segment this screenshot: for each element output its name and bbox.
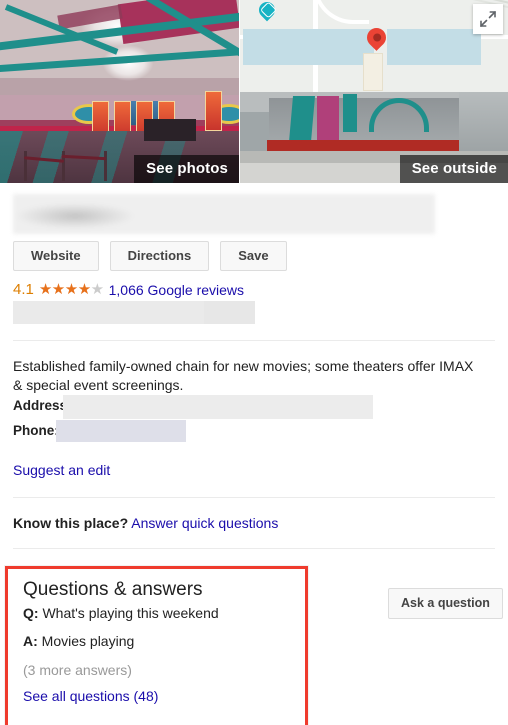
facade-accent [343,94,357,132]
map-canvas [239,0,508,92]
website-button[interactable]: Website [13,241,99,271]
map-redaction-bar [243,29,481,65]
section-divider [13,548,495,549]
lobby-kiosk [144,119,196,141]
know-this-place-prompt: Know this place? [13,515,129,531]
map-and-streetview-column: See outside [239,0,508,183]
map-road-curve [313,0,369,24]
media-strip: See photos See outside [0,0,508,183]
place-category-redacted [13,301,255,324]
address-value-redacted [63,395,373,419]
phone-value-redacted [56,420,186,442]
phone-row: Phone: [13,422,59,438]
stanchion-post [104,151,107,181]
see-outside-label[interactable]: See outside [399,155,508,183]
qa-more-answers-text: (3 more answers) [23,662,132,678]
ask-a-question-button[interactable]: Ask a question [388,588,503,619]
save-button[interactable]: Save [220,241,287,271]
qa-heading: Questions & answers [23,579,203,600]
directions-button[interactable]: Directions [109,241,210,271]
suggest-an-edit-link[interactable]: Suggest an edit [13,462,110,478]
tile-divider [239,0,240,183]
qa-answer-row: A: Movies playing [23,632,303,651]
reviews-link[interactable]: 1,066 Google reviews [109,282,244,298]
place-description: Established family-owned chain for new m… [13,358,474,393]
qa-question-text: What's playing this weekend [42,605,219,621]
see-photos-label[interactable]: See photos [134,155,239,183]
questions-and-answers-section: Questions & answers Q: What's playing th… [23,577,303,704]
facade-accent [288,96,316,142]
place-knowledge-panel: See photos See outside Website Direction… [0,0,508,725]
section-divider [13,340,495,341]
theater-interior-photo[interactable]: See photos [0,0,239,183]
qa-answer-text: Movies playing [41,633,135,649]
phone-label: Phone: [13,423,59,438]
adjacent-wall [459,92,508,160]
place-title-redacted [13,194,435,234]
map-building-footprint [363,53,383,91]
ceiling-panel-secondary [57,4,123,30]
questions-and-answers-highlight: Questions & answers Q: What's playing th… [5,566,308,725]
expand-map-button[interactable] [473,4,503,34]
street-view-photo[interactable]: See outside [239,92,508,183]
map-pin-secondary-icon [255,0,279,22]
location-map[interactable] [239,0,508,92]
ceiling-band [0,46,239,73]
qa-answer-tag: A: [23,633,38,649]
qa-question-row: Q: What's playing this weekend [23,604,303,623]
rating-row: 4.1 ★★★★★ 1,066 Google reviews [13,281,244,298]
answer-quick-questions-link[interactable]: Answer quick questions [131,515,278,531]
action-button-row: Website Directions Save [13,241,287,271]
rating-stars-icon: ★★★★★ [38,281,104,298]
qa-question-tag: Q: [23,605,39,621]
poster-standee [205,91,222,131]
section-divider [13,497,495,498]
see-all-questions-link[interactable]: See all questions (48) [23,688,303,704]
rating-value: 4.1 [13,281,34,298]
know-this-place-row: Know this place? Answer quick questions [13,515,278,531]
facade-accent [317,96,339,140]
